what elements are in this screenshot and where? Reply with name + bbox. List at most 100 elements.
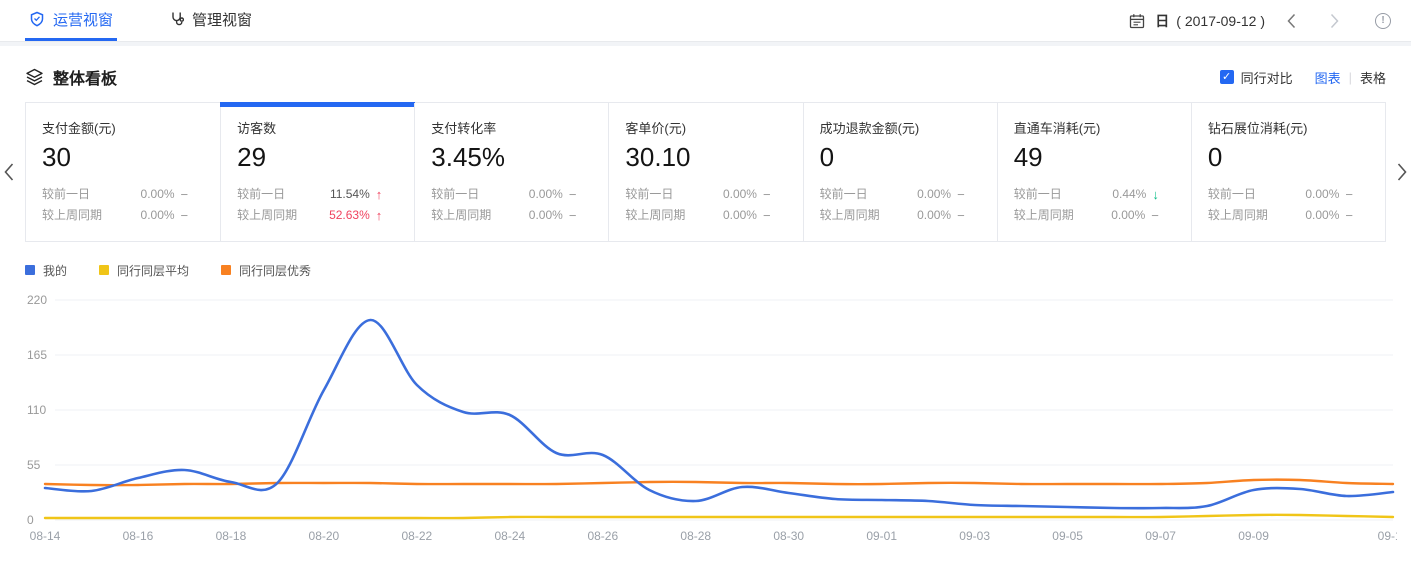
trend-flat-icon: − (957, 205, 965, 226)
metric-value: 30 (42, 140, 204, 174)
metric-card-visitors[interactable]: 访客数29较前一日11.54%↑较上周同期52.63%↑ (220, 103, 414, 241)
compare-label: 较前一日 (1014, 184, 1062, 205)
compare-value: 0.00% (529, 184, 563, 205)
metric-title: 访客数 (237, 118, 398, 137)
legend-label: 同行同层优秀 (239, 262, 311, 279)
carousel-left-icon[interactable] (4, 162, 14, 182)
metric-card-ztc-spend[interactable]: 直通车消耗(元)49较前一日0.44%↓较上周同期0.00%− (997, 103, 1191, 241)
view-toggle-separator: | (1349, 70, 1352, 85)
metric-title: 客单价(元) (625, 118, 786, 137)
compare-label: 较前一日 (1208, 184, 1256, 205)
tab-label: 管理视窗 (192, 9, 252, 30)
date-granularity: 日 (1155, 11, 1169, 31)
legend-item-peer-excellent[interactable]: 同行同层优秀 (221, 262, 311, 279)
metric-compare-row: 较上周同期52.63%↑ (237, 205, 398, 226)
compare-value: 0.00% (917, 184, 951, 205)
trend-chart[interactable]: 05511016522008-1408-1608-1808-2008-2208-… (25, 290, 1411, 553)
compare-label: 较上周同期 (42, 205, 102, 226)
metric-value: 49 (1014, 140, 1175, 174)
top-navigation-bar: 运营视窗 管理视窗 日 ( 2017-09-12 ) (0, 0, 1411, 42)
metric-card-pay-amount[interactable]: 支付金额(元)30较前一日0.00%−较上周同期0.00%− (26, 103, 220, 241)
carousel-right-icon[interactable] (1397, 162, 1407, 182)
info-icon[interactable]: ! (1375, 13, 1391, 29)
metric-title: 支付转化率 (431, 118, 592, 137)
stethoscope-icon (169, 11, 184, 27)
calendar-icon[interactable] (1129, 13, 1145, 29)
compare-label: 较上周同期 (431, 205, 491, 226)
compare-value: 0.00% (141, 205, 175, 226)
compare-value: 0.44% (1112, 184, 1146, 205)
metric-compare-row: 较前一日11.54%↑ (237, 184, 398, 205)
compare-value: 52.63% (329, 205, 370, 226)
next-date-button[interactable] (1318, 13, 1351, 29)
metric-value: 30.10 (625, 140, 786, 174)
legend-label: 我的 (43, 262, 67, 279)
svg-text:09-07: 09-07 (1145, 529, 1176, 543)
metric-card-pay-conversion[interactable]: 支付转化率3.45%较前一日0.00%−较上周同期0.00%− (414, 103, 608, 241)
metric-compare-row: 较上周同期 0.00%− (820, 205, 981, 226)
svg-text:08-24: 08-24 (494, 529, 525, 543)
trend-flat-icon: − (569, 184, 577, 205)
metric-compare-row: 较前一日 0.00%− (431, 184, 592, 205)
svg-text:09-12: 09-12 (1378, 529, 1397, 543)
section-title: 整体看板 (53, 65, 117, 89)
compare-value: 0.00% (723, 184, 757, 205)
layers-icon (25, 68, 44, 86)
trend-flat-icon: − (763, 184, 771, 205)
view-toggle-table[interactable]: 表格 (1360, 68, 1386, 87)
trend-flat-icon: − (181, 184, 189, 205)
metric-card-zuanshi-spend[interactable]: 钻石展位消耗(元)0较前一日0.00%−较上周同期0.00%− (1191, 103, 1385, 241)
trend-flat-icon: − (1345, 205, 1353, 226)
trend-flat-icon: − (181, 205, 189, 226)
metric-value: 29 (237, 140, 398, 174)
compare-label: 较前一日 (820, 184, 868, 205)
trend-down-icon: ↓ (1152, 184, 1159, 205)
svg-text:09-03: 09-03 (959, 529, 990, 543)
metric-value: 0 (820, 140, 981, 174)
previous-date-button[interactable] (1275, 13, 1308, 29)
svg-text:08-14: 08-14 (30, 529, 61, 543)
metric-title: 成功退款金额(元) (820, 118, 981, 137)
svg-text:09-09: 09-09 (1238, 529, 1269, 543)
peer-compare-checkbox[interactable]: ✓ (1220, 70, 1234, 84)
compare-value: 0.00% (917, 205, 951, 226)
metric-compare-row: 较上周同期 0.00%− (42, 205, 204, 226)
metric-compare-row: 较前一日0.00%− (625, 184, 786, 205)
metric-compare-row: 较前一日 0.00%− (1208, 184, 1369, 205)
compare-value: 0.00% (723, 205, 757, 226)
metric-card-avg-order-value[interactable]: 客单价(元)30.10较前一日0.00%−较上周同期0.00%− (608, 103, 802, 241)
date-range: ( 2017-09-12 ) (1176, 13, 1265, 29)
compare-label: 较前一日 (42, 184, 90, 205)
view-toggle-chart[interactable]: 图表 (1315, 68, 1341, 87)
trend-flat-icon: − (569, 205, 577, 226)
metric-card-refund-amount[interactable]: 成功退款金额(元) 0 较前一日 0.00%−较上周同期 0.00%− (803, 103, 997, 241)
compare-value: 11.54% (330, 184, 370, 205)
compare-value: 0.00% (141, 184, 175, 205)
date-controls: 日 ( 2017-09-12 ) ! (1129, 0, 1391, 41)
metric-cards: 支付金额(元)30较前一日0.00%−较上周同期0.00%−访客数29较前一日1… (25, 102, 1386, 242)
metric-compare-row: 较前一日0.00%− (820, 184, 981, 205)
peer-compare-label: 同行对比 (1241, 68, 1293, 87)
legend-item-peer-average[interactable]: 同行同层平均 (99, 262, 189, 279)
trend-flat-icon: − (1345, 184, 1353, 205)
compare-label: 较前一日 (431, 184, 479, 205)
svg-text:220: 220 (27, 293, 47, 307)
trend-up-icon: ↑ (376, 184, 383, 205)
compare-value: 0.00% (1305, 184, 1339, 205)
metric-compare-row: 较上周同期0.00%− (1014, 205, 1175, 226)
metric-compare-row: 较上周同期0.00%− (1208, 205, 1369, 226)
compare-value: 0.00% (1111, 205, 1145, 226)
trend-up-icon: ↑ (376, 205, 383, 226)
header-divider-strip (0, 42, 1411, 46)
date-selector[interactable]: 日 ( 2017-09-12 ) (1155, 11, 1265, 31)
tab-operations-view[interactable]: 运营视窗 (25, 0, 117, 41)
legend-swatch (99, 265, 109, 275)
svg-text:165: 165 (27, 348, 47, 362)
metric-value: 0 (1208, 140, 1369, 174)
compare-label: 较上周同期 (820, 205, 880, 226)
section-controls: ✓ 同行对比 图表 | 表格 (1220, 68, 1386, 87)
legend-swatch (25, 265, 35, 275)
legend-item-mine[interactable]: 我的 (25, 262, 67, 279)
tab-management-view[interactable]: 管理视窗 (165, 0, 256, 41)
metric-compare-row: 较前一日 0.44% ↓ (1014, 184, 1175, 205)
